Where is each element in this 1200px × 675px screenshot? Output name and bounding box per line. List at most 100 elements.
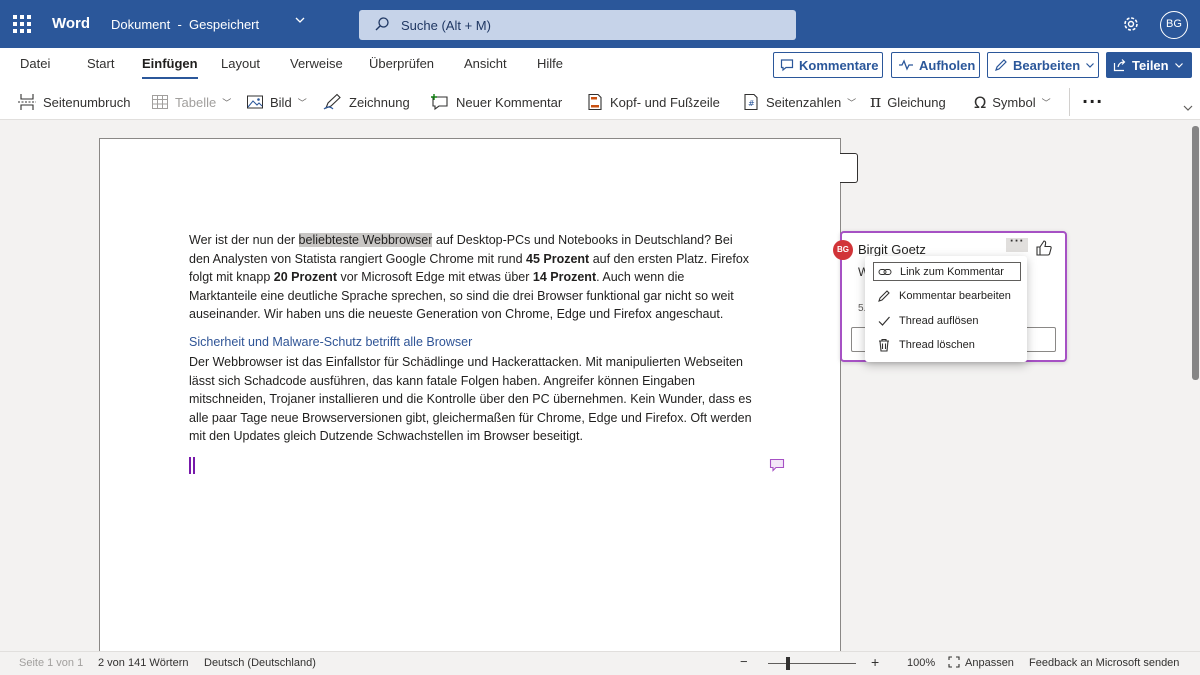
page-numbers-button[interactable]: # Seitenzahlen ﹀ (742, 92, 856, 112)
symbol-label: Symbol (992, 94, 1036, 110)
title-bar: Word Dokument - Gespeichert Suche (Alt +… (0, 0, 1200, 48)
scrollbar-thumb[interactable] (1192, 126, 1199, 380)
tab-einfuegen[interactable]: Einfügen (142, 56, 198, 79)
symbol-button[interactable]: Ω Symbol ﹀ (974, 92, 1051, 112)
word-count[interactable]: 2 von 141 Wörtern (98, 657, 189, 669)
page-break-icon (18, 94, 36, 110)
new-comment-icon (431, 94, 448, 111)
picture-label: Bild (270, 94, 292, 110)
pulse-icon (899, 59, 913, 71)
more-options-button[interactable]: ··· (1082, 92, 1103, 111)
link-icon (878, 268, 892, 275)
pencil-icon (878, 289, 890, 302)
search-box[interactable]: Suche (Alt + M) (359, 10, 796, 40)
page-margin-marker (840, 153, 858, 183)
zoom-slider-thumb[interactable] (786, 657, 790, 670)
zoom-slider[interactable] (768, 663, 856, 664)
menu-item-edit-comment[interactable]: Kommentar bearbeiten (873, 286, 1021, 305)
tab-start[interactable]: Start (87, 56, 114, 71)
document-name[interactable]: Dokument - Gespeichert (111, 17, 259, 32)
share-icon (1113, 59, 1126, 72)
svg-text:#: # (748, 99, 755, 108)
table-label: Tabelle (175, 94, 217, 110)
paragraph-2[interactable]: Der Webbrowser ist das Einfallstor für S… (189, 353, 754, 446)
comment-indicator-icon[interactable] (769, 458, 785, 472)
tab-ansicht[interactable]: Ansicht (464, 56, 507, 71)
check-icon (878, 316, 890, 326)
zoom-in-button[interactable]: + (871, 654, 879, 670)
pi-icon: π (870, 92, 882, 112)
edit-mode-button[interactable]: Bearbeiten (987, 52, 1099, 78)
picture-button[interactable]: Bild ﹀ (246, 92, 307, 112)
bold-text: 14 Prozent (532, 270, 597, 285)
comments-button[interactable]: Kommentare (773, 52, 883, 78)
search-icon (375, 17, 389, 31)
fit-icon[interactable] (948, 656, 960, 671)
app-name[interactable]: Word (52, 15, 90, 32)
table-button[interactable]: Tabelle ﹀ (151, 92, 231, 112)
omega-icon: Ω (974, 92, 987, 112)
share-button[interactable]: Teilen (1106, 52, 1192, 78)
comment-author: Birgit Goetz (858, 242, 926, 257)
trash-icon (879, 338, 889, 352)
commented-text[interactable]: beliebteste Webbrowser (298, 233, 433, 247)
table-icon (152, 95, 168, 109)
app-launcher-icon[interactable] (13, 15, 31, 33)
comment-author-avatar: BG (833, 240, 853, 260)
catchup-label: Aufholen (919, 57, 976, 73)
new-comment-button[interactable]: Neuer Kommentar (430, 92, 562, 112)
comment-icon (780, 59, 794, 72)
status-bar: Seite 1 von 1 2 von 141 Wörtern Deutsch … (0, 651, 1200, 675)
tab-layout[interactable]: Layout (221, 56, 260, 71)
menu-item-label: Link zum Kommentar (900, 265, 1004, 278)
chevron-down-icon (1174, 63, 1183, 68)
tab-verweise[interactable]: Verweise (290, 56, 343, 71)
tab-hilfe[interactable]: Hilfe (537, 56, 563, 71)
tab-datei[interactable]: Datei (20, 56, 50, 71)
menu-item-label: Thread auflösen (899, 314, 979, 327)
tab-ueberpruefen[interactable]: Überprüfen (369, 56, 434, 71)
page-break-button[interactable]: Seitenumbruch (17, 92, 130, 112)
new-comment-label: Neuer Kommentar (456, 94, 563, 110)
text-cursor (189, 457, 195, 474)
zoom-level[interactable]: 100% (907, 657, 935, 669)
menu-item-link-to-comment[interactable]: Link zum Kommentar (873, 262, 1021, 281)
header-footer-icon (588, 93, 602, 111)
ribbon-tabs: Datei Start Einfügen Layout Verweise Übe… (0, 48, 1200, 86)
text-run: vor Microsoft Edge mit etwas über (336, 270, 533, 285)
chevron-down-icon[interactable] (294, 14, 306, 30)
chevron-down-icon: ﹀ (1041, 97, 1051, 108)
chevron-down-icon (1086, 63, 1095, 68)
paragraph-1[interactable]: Wer ist der nun der beliebteste Webbrows… (189, 231, 754, 324)
feedback-link[interactable]: Feedback an Microsoft senden (1029, 657, 1179, 669)
page-number-icon: # (744, 93, 758, 111)
chevron-down-icon: ﹀ (297, 97, 307, 108)
catchup-button[interactable]: Aufholen (891, 52, 980, 78)
page-break-label: Seitenumbruch (43, 94, 131, 110)
menu-item-delete-thread[interactable]: Thread löschen (873, 335, 1021, 354)
like-icon[interactable] (1035, 239, 1053, 257)
comments-label: Kommentare (799, 57, 879, 73)
header-footer-button[interactable]: Kopf- und Fußzeile (586, 92, 720, 112)
page-count: Seite 1 von 1 (19, 657, 84, 669)
zoom-out-button[interactable]: − (740, 654, 748, 669)
drawing-button[interactable]: Zeichnung (323, 92, 410, 112)
gear-icon[interactable] (1121, 14, 1141, 34)
fit-button[interactable]: Anpassen (965, 657, 1014, 669)
equation-button[interactable]: π Gleichung (870, 92, 946, 112)
search-placeholder: Suche (Alt + M) (401, 18, 491, 33)
picture-icon (247, 95, 263, 109)
ribbon-divider (1069, 88, 1070, 116)
header-footer-label: Kopf- und Fußzeile (610, 94, 720, 110)
user-avatar[interactable]: BG (1160, 11, 1188, 39)
menu-item-label: Kommentar bearbeiten (899, 289, 1011, 302)
text-run: Wer ist der nun der (189, 233, 299, 247)
language-indicator[interactable]: Deutsch (Deutschland) (204, 657, 316, 669)
menu-item-resolve-thread[interactable]: Thread auflösen (873, 311, 1021, 330)
bold-text: 20 Prozent (273, 270, 337, 285)
comment-more-button[interactable]: ··· (1006, 237, 1028, 252)
page-numbers-label: Seitenzahlen (766, 94, 842, 110)
bold-text: 45 Prozent (526, 251, 590, 266)
heading-2[interactable]: Sicherheit und Malware-Schutz betrifft a… (189, 335, 472, 349)
chevron-down-icon[interactable] (1183, 104, 1193, 115)
